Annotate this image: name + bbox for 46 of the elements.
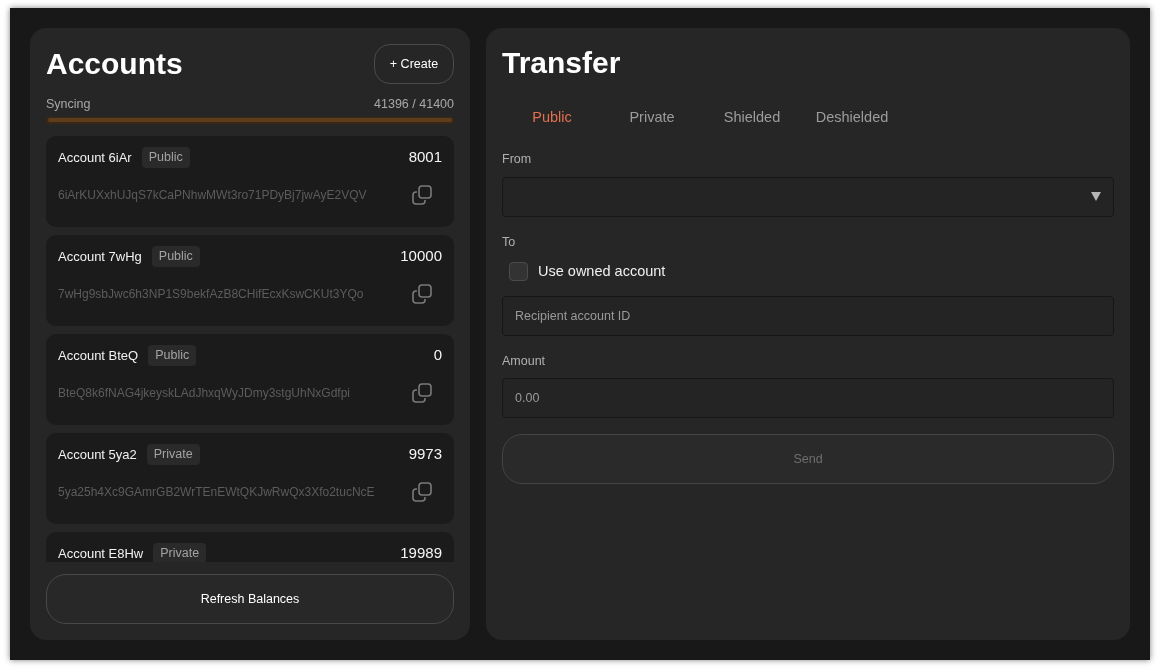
- account-balance: 19989: [400, 543, 442, 562]
- account-address: 6iArKUXxhUJqS7kCaPNhwMWt3ro71PDyBj7jwAyE2VQV: [58, 186, 367, 204]
- transfer-tab[interactable]: Public: [502, 98, 602, 138]
- sync-progress-text: 41396 / 41400: [374, 96, 454, 113]
- recipient-input[interactable]: Recipient account ID: [502, 295, 1114, 336]
- amount-input[interactable]: 0.00: [502, 378, 1114, 419]
- account-name: Account E8Hw: [58, 544, 144, 562]
- transfer-tab[interactable]: Private: [602, 98, 702, 138]
- visibility-tag: Public: [151, 245, 200, 267]
- caret-icon: [1091, 192, 1101, 202]
- copy-icon[interactable]: [412, 283, 432, 304]
- create-button[interactable]: + Create: [374, 44, 454, 84]
- visibility-tag: Private: [146, 443, 200, 465]
- account-address: 7wHg9sbJwc6h3NP1S9bekfAzB8CHifEcxKswCKUt3YQo: [58, 285, 364, 303]
- account-address: BteQ8k6fNAG4jkeyskLAdJhxqWyJDmy3stgUhNxGdfpi: [58, 384, 350, 402]
- account-balance: 0: [433, 345, 442, 365]
- account-name: Account 7wHg: [58, 247, 142, 266]
- account-address: 5ya25h4Xc9GAmrGB2WrTEnEWtQKJwRwQx3Xfo2tucNcE: [58, 483, 375, 501]
- panel-title: Accounts: [46, 49, 183, 79]
- visibility-tag: Public: [141, 146, 190, 168]
- account-card[interactable]: Account 6iAr Public 8001 6iArKUXxhUJqS7kCaPNhwMWt3ro71PDyBj7jwAyE2VQV: [46, 135, 454, 227]
- copy-icon[interactable]: [412, 184, 432, 205]
- account-card[interactable]: Account BteQ Public 0 BteQ8k6fNAG4jkeyskLAdJhxqWyJDmy3stgUhNxGdfpi: [46, 333, 454, 425]
- copy-icon[interactable]: [412, 481, 432, 502]
- amount-label: Amount: [502, 352, 546, 370]
- checkbox[interactable]: [509, 262, 528, 281]
- sync-label: Syncing: [46, 96, 91, 113]
- copy-icon[interactable]: [412, 382, 432, 403]
- account-balance: 9973: [408, 444, 442, 464]
- refresh-balances-button[interactable]: Refresh Balances: [46, 574, 454, 624]
- account-name: Account 5ya2: [58, 445, 137, 464]
- account-name: Account 6iAr: [58, 148, 132, 167]
- transfer-tab[interactable]: Shielded: [702, 98, 802, 138]
- account-balance: 8001: [408, 147, 442, 167]
- account-card[interactable]: Account 7wHg Public 10000 7wHg9sbJwc6h3NP1S9bekfAzB8CHifEcxKswCKUt3YQo: [46, 234, 454, 326]
- checkbox-label: Use owned account: [538, 261, 666, 281]
- to-label: To: [502, 233, 516, 251]
- transfer-tab[interactable]: Deshielded: [802, 98, 902, 138]
- account-card[interactable]: Account 5ya2 Private 9973 5ya25h4Xc9GAmrGB2WrTEnEWtQKJwRwQx3Xfo2tucNcE: [46, 432, 454, 524]
- account-name: Account BteQ: [58, 346, 139, 365]
- visibility-tag: Private: [153, 542, 207, 562]
- account-balance: 10000: [400, 246, 442, 266]
- account-card[interactable]: Account E8Hw Private 19989: [46, 531, 454, 562]
- visibility-tag: Public: [148, 344, 197, 366]
- panel-title: Transfer: [502, 48, 621, 78]
- from-label: From: [502, 151, 532, 168]
